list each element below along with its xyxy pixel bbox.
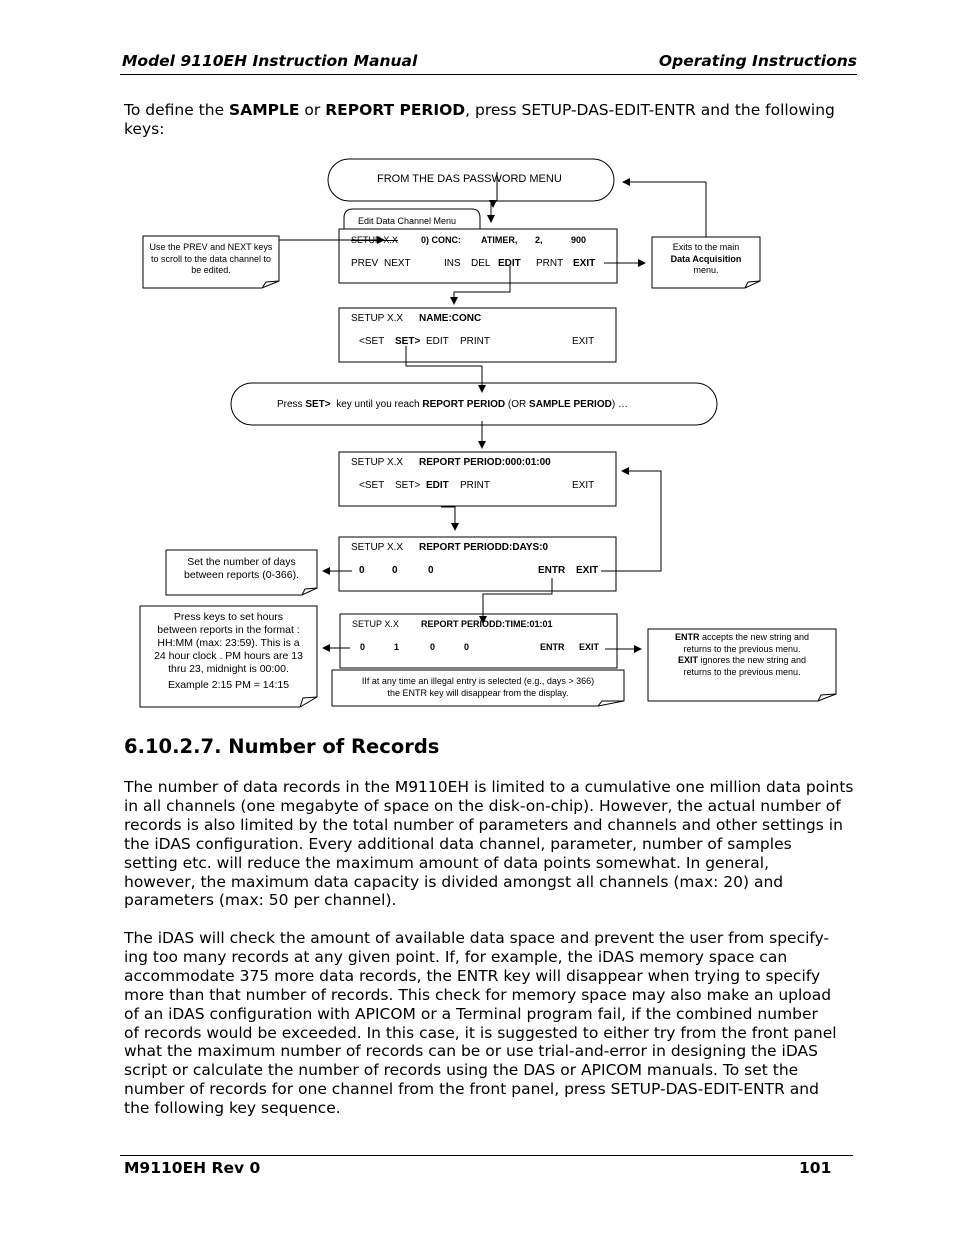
- key-print[interactable]: PRINT: [460, 480, 490, 491]
- key-ins[interactable]: INS: [444, 258, 461, 269]
- key-next[interactable]: NEXT: [384, 258, 411, 269]
- start-oval-label: FROM THE DAS PASSWORD MENU: [377, 173, 562, 185]
- screen1-channel: 0) CONC:: [421, 235, 461, 245]
- screen1-value: 900: [571, 235, 587, 245]
- key-edit[interactable]: EDIT: [498, 258, 521, 269]
- paragraph-2: The iDAS will check the amount of availa…: [124, 929, 837, 1118]
- key-prev-set[interactable]: <SET: [359, 480, 384, 491]
- edit-channel-tab-label: Edit Data Channel Menu: [358, 216, 457, 226]
- key-digit-3[interactable]: 0: [428, 565, 434, 576]
- key-edit[interactable]: EDIT: [426, 480, 449, 491]
- note-illegal: IIf at any time an illegal entry is sele…: [361, 676, 595, 698]
- key-digit-2[interactable]: 1: [394, 642, 399, 652]
- key-exit[interactable]: EXIT: [573, 258, 595, 269]
- screen1-count: 2,: [535, 235, 543, 245]
- key-prnt[interactable]: PRNT: [536, 258, 563, 269]
- screen2-title: NAME:CONC: [419, 313, 482, 324]
- note-entr-exit: ENTR accepts the new string and returns …: [674, 632, 810, 677]
- note-prev-next: Use the PREV and NEXT keys to scroll to …: [149, 242, 273, 275]
- note-exit: Exits to the main Data Acquisition menu.: [670, 242, 742, 275]
- key-digit-3[interactable]: 0: [430, 642, 435, 652]
- note-days: Set the number of days between reports (…: [184, 556, 299, 581]
- section-heading: 6.10.2.7. Number of Records: [124, 735, 440, 758]
- note-hours: Press keys to set hours between reports …: [154, 611, 303, 691]
- key-digit-2[interactable]: 0: [392, 565, 398, 576]
- footer-revision: M9110EH Rev 0: [124, 1159, 261, 1177]
- key-next-set[interactable]: SET>: [395, 480, 420, 491]
- screen1-setup: SETUP X.X: [351, 235, 398, 245]
- key-digit-1[interactable]: 0: [359, 565, 365, 576]
- screen5-setup: SETUP X.X: [352, 619, 399, 629]
- screen3-title: REPORT PERIOD:000:01:00: [419, 457, 551, 468]
- press-oval-label: Press SET> key until you reach REPORT PE…: [277, 399, 628, 410]
- paragraph-1: The number of data records in the M9110E…: [124, 778, 854, 910]
- page-number: 101: [799, 1159, 832, 1177]
- key-next-set[interactable]: SET>: [395, 336, 420, 347]
- screen1-type: ATIMER,: [481, 235, 518, 245]
- key-exit[interactable]: EXIT: [579, 642, 599, 652]
- screen4-title: REPORT PERIODD:DAYS:0: [419, 542, 549, 553]
- key-digit-1[interactable]: 0: [360, 642, 365, 652]
- screen5-title: REPORT PERIODD:TIME:01:01: [421, 619, 553, 629]
- key-entr[interactable]: ENTR: [538, 565, 565, 576]
- key-print[interactable]: PRINT: [460, 336, 490, 347]
- key-del[interactable]: DEL: [471, 258, 490, 269]
- key-edit[interactable]: EDIT: [426, 336, 449, 347]
- screen2-setup: SETUP X.X: [351, 313, 404, 324]
- screen3-setup: SETUP X.X: [351, 457, 404, 468]
- key-prev[interactable]: PREV: [351, 258, 378, 269]
- key-exit[interactable]: EXIT: [572, 480, 594, 491]
- footer-rule: [120, 1155, 853, 1156]
- key-prev-set[interactable]: <SET: [359, 336, 384, 347]
- screen4-setup: SETUP X.X: [351, 542, 404, 553]
- key-digit-4[interactable]: 0: [464, 642, 469, 652]
- key-exit[interactable]: EXIT: [572, 336, 594, 347]
- key-exit[interactable]: EXIT: [576, 565, 598, 576]
- key-entr[interactable]: ENTR: [540, 642, 565, 652]
